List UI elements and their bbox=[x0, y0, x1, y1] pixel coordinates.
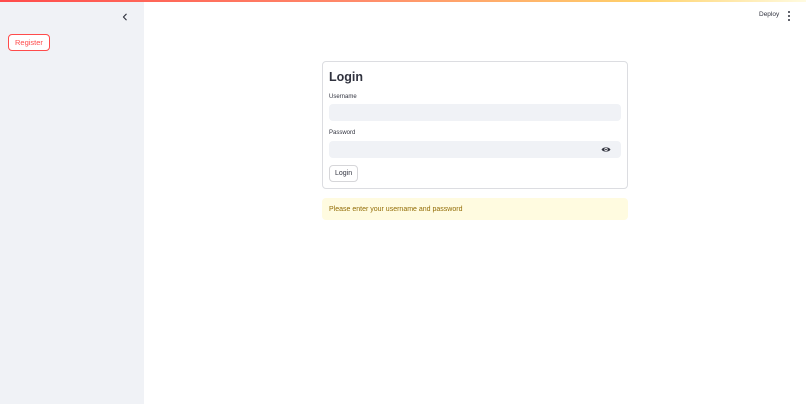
eye-icon[interactable] bbox=[601, 145, 611, 153]
login-title: Login bbox=[329, 70, 364, 84]
register-button[interactable]: Register bbox=[8, 34, 50, 51]
chevron-left-icon bbox=[122, 13, 127, 21]
kebab-menu-icon[interactable] bbox=[786, 11, 792, 21]
warning-message: Please enter your username and password bbox=[329, 205, 463, 213]
username-label: Username bbox=[329, 94, 357, 100]
warning-alert: Please enter your username and password bbox=[322, 198, 628, 220]
username-input[interactable] bbox=[329, 104, 621, 121]
top-decoration-bar bbox=[0, 0, 806, 2]
login-form-card bbox=[322, 61, 628, 189]
sidebar: Register bbox=[0, 0, 144, 404]
password-label: Password bbox=[329, 130, 356, 136]
password-input[interactable] bbox=[329, 141, 621, 158]
sidebar-collapse-button[interactable] bbox=[118, 10, 132, 24]
login-submit-button[interactable]: Login bbox=[329, 165, 359, 182]
deploy-button[interactable]: Deploy bbox=[759, 11, 779, 18]
